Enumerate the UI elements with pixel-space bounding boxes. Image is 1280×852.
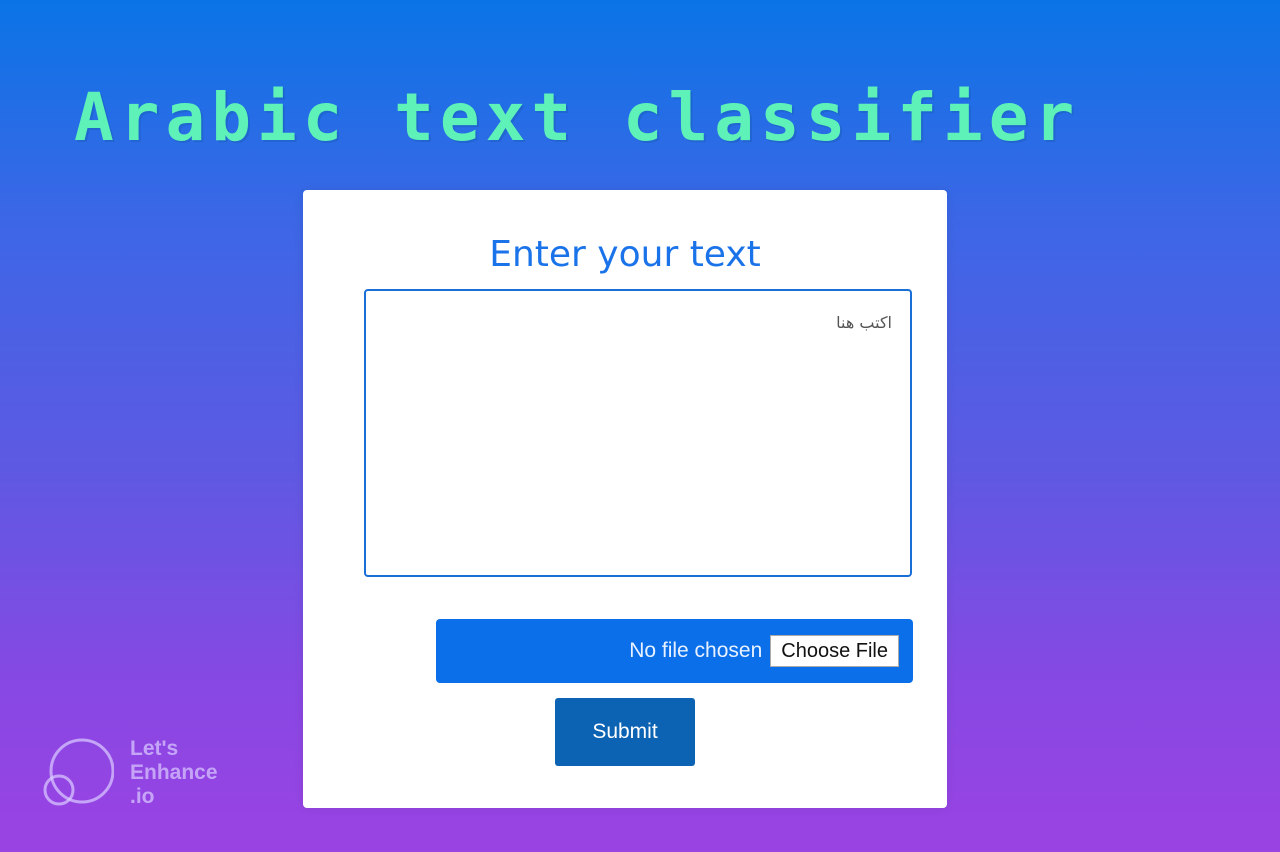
text-input[interactable] — [364, 289, 912, 577]
form-heading: Enter your text — [489, 234, 761, 275]
file-upload-bar[interactable]: No file chosen Choose File — [436, 619, 913, 683]
watermark-line-3: .io — [130, 785, 155, 808]
choose-file-button[interactable]: Choose File — [770, 635, 899, 667]
watermark: Let's Enhance .io — [42, 737, 218, 809]
watermark-line-1: Let's — [130, 737, 179, 760]
watermark-line-2: Enhance — [130, 761, 218, 784]
submit-button[interactable]: Submit — [555, 698, 695, 766]
watermark-text: Let's Enhance .io — [130, 737, 218, 809]
file-status-text: No file chosen — [629, 639, 763, 662]
watermark-logo-icon — [43, 738, 114, 806]
page-title: Arabic text classifier — [74, 79, 1081, 156]
